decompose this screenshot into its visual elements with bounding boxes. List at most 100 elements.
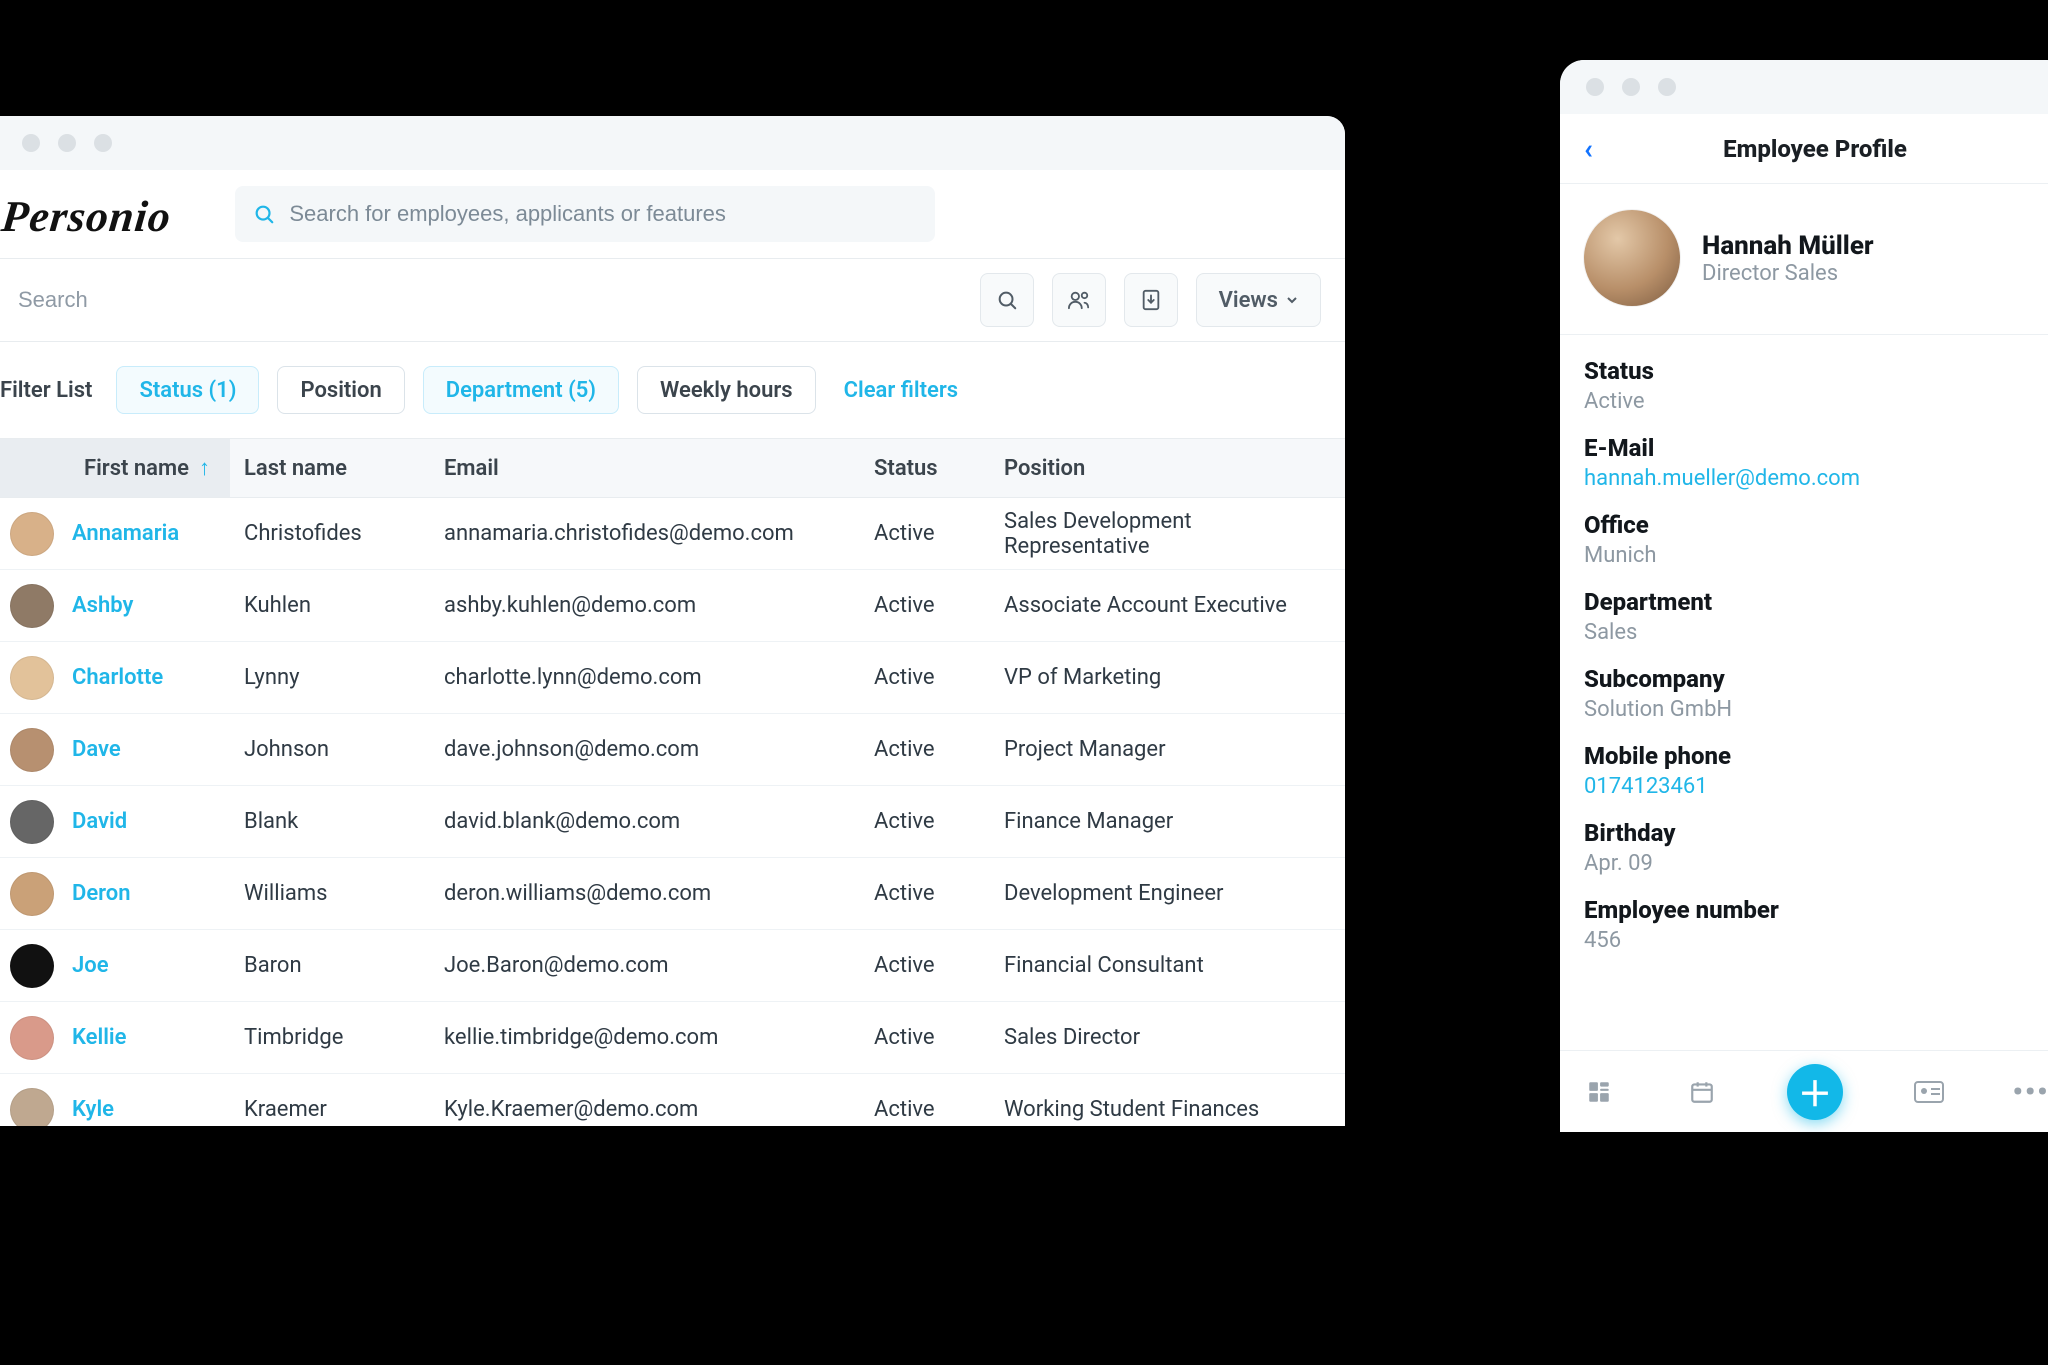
last-name-cell: Baron — [230, 953, 430, 978]
avatar — [10, 584, 54, 628]
export-button[interactable] — [1124, 273, 1178, 327]
employee-list-window: Personio Views — [0, 116, 1345, 1126]
status-cell: Active — [860, 881, 990, 906]
list-toolbar: Views — [0, 259, 1345, 342]
profile-header-title: Employee Profile — [1560, 135, 2048, 163]
status-cell: Active — [860, 809, 990, 834]
position-cell: Sales Development Representative — [990, 509, 1345, 559]
table-row[interactable]: Kellie Timbridge kellie.timbridge@demo.c… — [0, 1002, 1345, 1074]
status-cell: Active — [860, 737, 990, 762]
table-row[interactable]: Annamaria Christofides annamaria.christo… — [0, 498, 1345, 570]
first-name-link[interactable]: Annamaria — [72, 521, 179, 546]
add-button[interactable]: ＋ — [1787, 1064, 1843, 1120]
avatar — [10, 512, 54, 556]
table-row[interactable]: Dave Johnson dave.johnson@demo.com Activ… — [0, 714, 1345, 786]
column-status[interactable]: Status — [860, 456, 990, 481]
status-cell: Active — [860, 521, 990, 546]
first-name-link[interactable]: Charlotte — [72, 665, 163, 690]
profile-titlebar — [1560, 60, 2048, 114]
email-cell: Joe.Baron@demo.com — [430, 953, 860, 978]
global-search[interactable] — [235, 186, 935, 242]
id-card-icon[interactable] — [1912, 1075, 1946, 1109]
filter-list-label: Filter List — [0, 378, 98, 403]
filter-chip[interactable]: Position — [277, 366, 404, 414]
table-row[interactable]: David Blank david.blank@demo.com Active … — [0, 786, 1345, 858]
brand-logo: Personio — [0, 189, 211, 240]
column-first-name[interactable]: First name ↑ — [0, 439, 230, 497]
filter-chip[interactable]: Weekly hours — [637, 366, 816, 414]
avatar — [10, 1088, 54, 1127]
profile-avatar — [1584, 210, 1680, 306]
views-dropdown[interactable]: Views — [1196, 273, 1321, 327]
table-row[interactable]: Charlotte Lynny charlotte.lynn@demo.com … — [0, 642, 1345, 714]
chevron-down-icon — [1286, 294, 1298, 306]
first-name-link[interactable]: Deron — [72, 881, 131, 906]
profile-header: ‹ Employee Profile — [1560, 114, 2048, 184]
field-phone-label: Mobile phone — [1584, 742, 2046, 770]
avatar — [10, 1016, 54, 1060]
table-body: Annamaria Christofides annamaria.christo… — [0, 498, 1345, 1126]
field-status-label: Status — [1584, 357, 2046, 385]
traffic-light-close[interactable] — [22, 134, 40, 152]
traffic-light-max[interactable] — [94, 134, 112, 152]
first-name-link[interactable]: Kyle — [72, 1097, 114, 1122]
first-name-link[interactable]: Ashby — [72, 593, 133, 618]
field-phone-value[interactable]: 0174123461 — [1584, 774, 2046, 799]
field-subco-label: Subcompany — [1584, 665, 2046, 693]
grid-icon[interactable] — [1582, 1075, 1616, 1109]
avatar — [10, 656, 54, 700]
profile-traffic-close[interactable] — [1586, 78, 1604, 96]
traffic-light-min[interactable] — [58, 134, 76, 152]
search-button[interactable] — [980, 273, 1034, 327]
email-cell: kellie.timbridge@demo.com — [430, 1025, 860, 1050]
first-name-link[interactable]: Dave — [72, 737, 121, 762]
employee-profile-panel: ‹ Employee Profile Hannah Müller Directo… — [1560, 60, 2048, 1132]
avatar — [10, 872, 54, 916]
table-row[interactable]: Joe Baron Joe.Baron@demo.com Active Fina… — [0, 930, 1345, 1002]
last-name-cell: Kuhlen — [230, 593, 430, 618]
profile-traffic-max[interactable] — [1658, 78, 1676, 96]
table-row[interactable]: Deron Williams deron.williams@demo.com A… — [0, 858, 1345, 930]
first-name-link[interactable]: Kellie — [72, 1025, 126, 1050]
global-search-input[interactable] — [289, 201, 917, 227]
list-search[interactable] — [0, 273, 962, 327]
invite-people-button[interactable] — [1052, 273, 1106, 327]
mac-titlebar — [0, 116, 1345, 170]
column-last-name-label: Last name — [244, 456, 347, 481]
position-cell: VP of Marketing — [990, 665, 1345, 690]
field-dept-value: Sales — [1584, 620, 2046, 645]
position-cell: Associate Account Executive — [990, 593, 1345, 618]
table-row[interactable]: Ashby Kuhlen ashby.kuhlen@demo.com Activ… — [0, 570, 1345, 642]
field-subcompany: Subcompany Solution GmbH — [1584, 665, 2046, 722]
column-email[interactable]: Email — [430, 456, 860, 481]
first-name-link[interactable]: David — [72, 809, 127, 834]
column-last-name[interactable]: Last name — [230, 456, 430, 481]
email-cell: Kyle.Kraemer@demo.com — [430, 1097, 860, 1122]
last-name-cell: Timbridge — [230, 1025, 430, 1050]
clear-filters-button[interactable]: Clear filters — [844, 378, 958, 403]
field-office: Office Munich — [1584, 511, 2046, 568]
field-office-value: Munich — [1584, 543, 2046, 568]
table-row[interactable]: Kyle Kraemer Kyle.Kraemer@demo.com Activ… — [0, 1074, 1345, 1126]
profile-traffic-min[interactable] — [1622, 78, 1640, 96]
status-cell: Active — [860, 593, 990, 618]
calendar-icon[interactable] — [1685, 1075, 1719, 1109]
status-cell: Active — [860, 1025, 990, 1050]
field-email-value[interactable]: hannah.mueller@demo.com — [1584, 466, 2046, 491]
field-empno-value: 456 — [1584, 928, 2046, 953]
first-name-link[interactable]: Joe — [72, 953, 109, 978]
field-email-label: E-Mail — [1584, 434, 2046, 462]
field-office-label: Office — [1584, 511, 2046, 539]
filter-chip[interactable]: Status (1) — [116, 366, 259, 414]
more-icon[interactable]: ••• — [2014, 1075, 2048, 1109]
avatar — [10, 944, 54, 988]
filter-chip[interactable]: Department (5) — [423, 366, 619, 414]
list-search-input[interactable] — [18, 287, 944, 313]
profile-name: Hannah Müller — [1702, 231, 1874, 261]
email-cell: dave.johnson@demo.com — [430, 737, 860, 762]
field-subco-value: Solution GmbH — [1584, 697, 2046, 722]
position-cell: Sales Director — [990, 1025, 1345, 1050]
column-position[interactable]: Position — [990, 456, 1345, 481]
filter-row: Filter List Status (1) Position Department… — [0, 342, 1345, 438]
last-name-cell: Johnson — [230, 737, 430, 762]
